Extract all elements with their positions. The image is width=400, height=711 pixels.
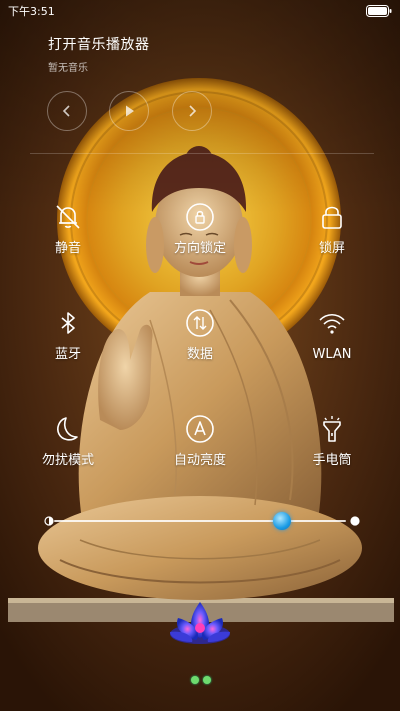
next-button[interactable]: [172, 91, 212, 131]
toggle-flashlight[interactable]: 手电筒: [292, 414, 372, 468]
toggle-lock-screen-label: 锁屏: [318, 241, 345, 256]
toggle-bluetooth[interactable]: 蓝牙: [28, 308, 108, 362]
brightness-slider[interactable]: [44, 508, 360, 534]
moon-icon: [57, 417, 78, 441]
flashlight-icon: [323, 416, 341, 442]
status-bar: 下午3:51: [0, 0, 400, 22]
toggle-wlan[interactable]: WLAN: [292, 308, 372, 362]
divider: [30, 153, 374, 154]
lock-icon: [322, 206, 342, 229]
toggle-do-not-disturb-label: 勿扰模式: [41, 453, 94, 468]
next-icon: [189, 105, 197, 117]
brightness-track[interactable]: [54, 520, 346, 522]
music-widget[interactable]: 打开音乐播放器 暂无音乐: [48, 34, 368, 74]
page-indicator: [190, 676, 212, 686]
play-icon: [126, 105, 134, 117]
toggle-wlan-label: WLAN: [312, 347, 352, 362]
brightness-thumb[interactable]: [272, 512, 291, 530]
data-icon: [186, 309, 214, 337]
auto-brightness-icon: [186, 415, 214, 443]
page-dot: [191, 676, 199, 684]
toggle-data[interactable]: 数据: [160, 308, 240, 362]
brightness-high-icon: [350, 516, 360, 526]
bell-mute-icon: [56, 205, 80, 229]
rotation-lock-icon: [186, 203, 214, 231]
toggle-rotation-lock-label: 方向锁定: [173, 241, 226, 256]
bluetooth-icon: [61, 312, 75, 334]
page-dot: [203, 676, 211, 684]
music-subtitle: 暂无音乐: [48, 63, 88, 74]
toggle-auto-brightness[interactable]: 自动亮度: [160, 414, 240, 468]
brightness-low-icon: [44, 516, 54, 526]
toggle-lock-screen[interactable]: 锁屏: [292, 202, 372, 256]
toggle-do-not-disturb[interactable]: 勿扰模式: [28, 414, 108, 468]
toggle-mute[interactable]: 静音: [28, 202, 108, 256]
previous-icon: [62, 105, 70, 117]
toggle-mute-label: 静音: [54, 241, 81, 256]
previous-button[interactable]: [47, 91, 87, 131]
toggle-auto-brightness-label: 自动亮度: [173, 453, 226, 468]
toggle-flashlight-label: 手电筒: [312, 453, 352, 468]
toggle-rotation-lock[interactable]: 方向锁定: [160, 202, 240, 256]
music-title[interactable]: 打开音乐播放器: [48, 34, 368, 54]
wifi-icon: [319, 313, 345, 334]
status-time: 下午3:51: [8, 5, 55, 18]
play-button[interactable]: [109, 91, 149, 131]
toggle-data-label: 数据: [186, 347, 213, 362]
battery-icon: [366, 5, 392, 17]
toggle-bluetooth-label: 蓝牙: [54, 347, 81, 362]
